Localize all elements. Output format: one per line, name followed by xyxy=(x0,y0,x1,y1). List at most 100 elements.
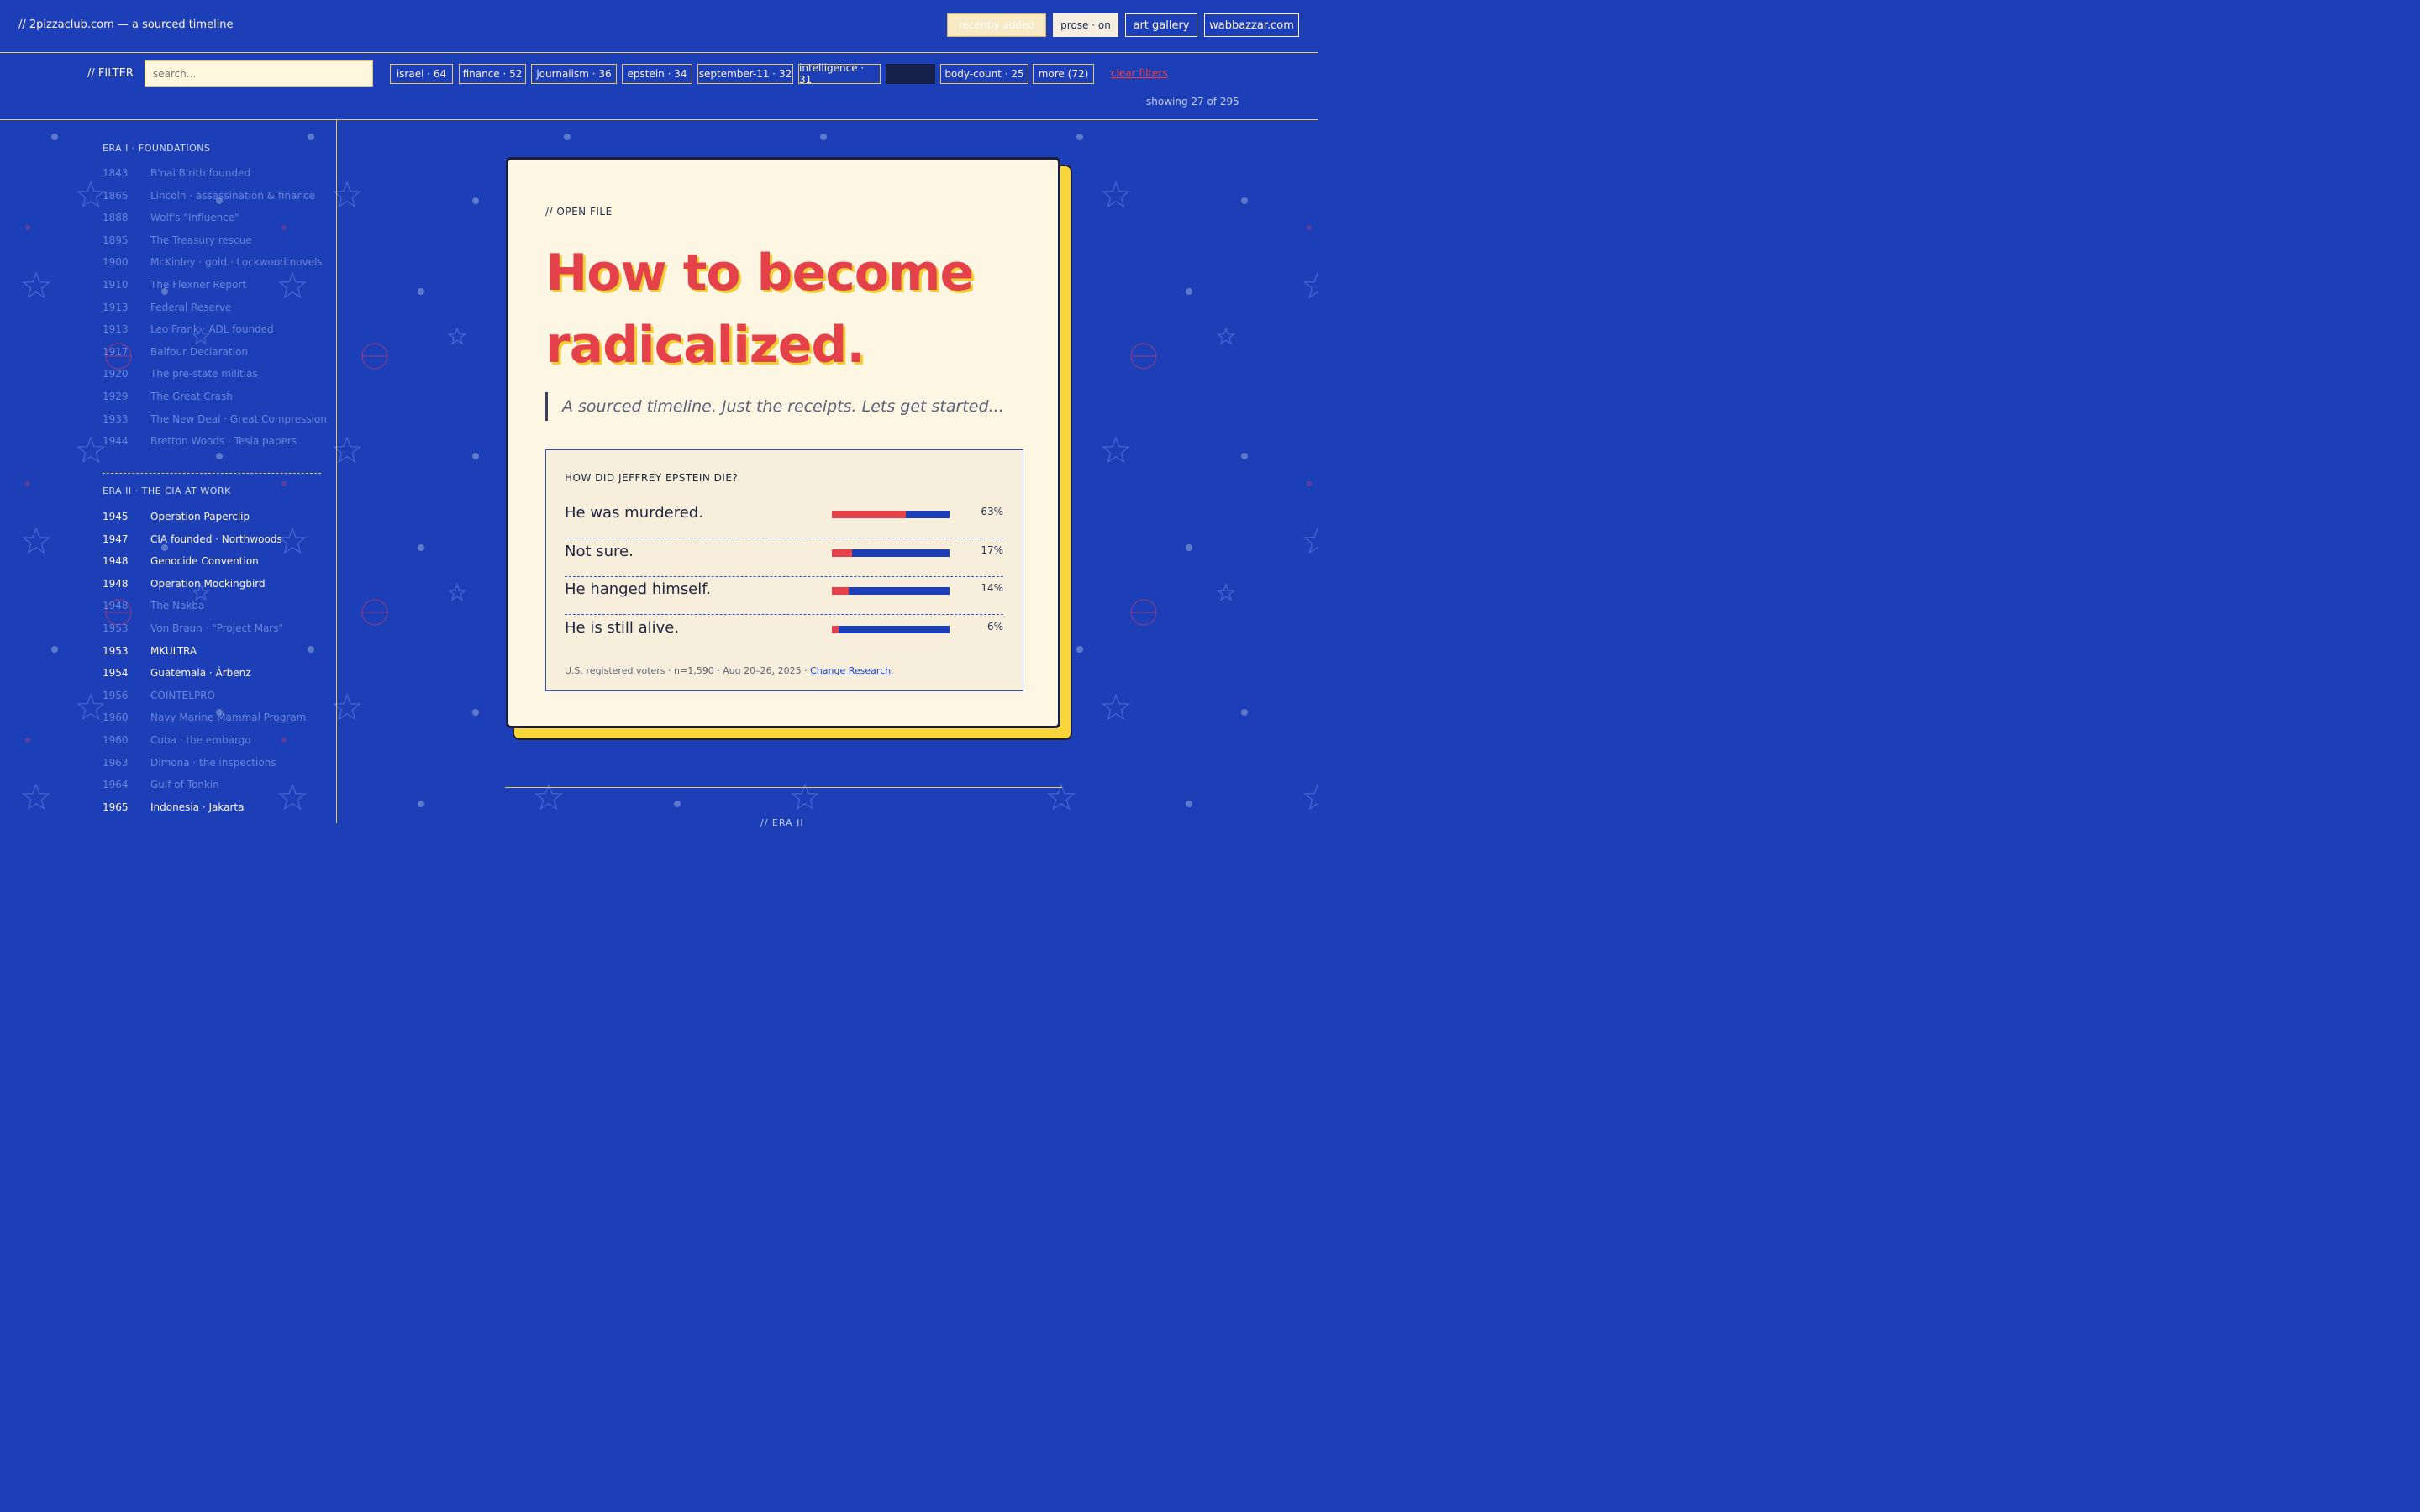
timeline-year: 1963 xyxy=(103,756,129,769)
timeline-item[interactable]: 1910 The Flexner Report xyxy=(103,279,246,294)
timeline-item[interactable]: 1948 Operation Mockingbird xyxy=(103,578,266,593)
timeline-year: 1888 xyxy=(103,212,129,224)
filter-chip-intelligence[interactable]: intelligence · 31 xyxy=(798,62,881,86)
timeline-item[interactable]: 1865 Lincoln · assassination & finance xyxy=(103,190,315,205)
filter-bar: // FILTER israel · 64 finance · 52 journ… xyxy=(0,53,1318,120)
timeline-item[interactable]: 1929 The Great Crash xyxy=(103,391,233,406)
subtitle-quote: A sourced timeline. Just the receipts. L… xyxy=(545,392,1004,421)
filter-chip-epstein[interactable]: epstein · 34 xyxy=(622,64,692,84)
timeline-item[interactable]: 1917 Balfour Declaration xyxy=(103,346,248,361)
poll-source-link[interactable]: Change Research xyxy=(810,665,891,676)
poll-bar xyxy=(832,587,950,595)
timeline-item[interactable]: 1948 Genocide Convention xyxy=(103,555,259,570)
timeline-item[interactable]: 1944 Bretton Woods · Tesla papers xyxy=(103,435,297,450)
timeline-item[interactable]: 1956 COINTELPRO xyxy=(103,690,215,705)
page-title: How to become radicalized. xyxy=(545,237,974,381)
timeline-item[interactable]: 1920 The pre-state militias xyxy=(103,368,258,383)
result-count: showing 27 of 295 xyxy=(1146,96,1239,108)
timeline-year: 1933 xyxy=(103,412,129,425)
filter-chip-selected[interactable] xyxy=(886,64,935,84)
filter-chip-finance[interactable]: finance · 52 xyxy=(459,64,526,84)
filter-chip-journalism[interactable]: journalism · 36 xyxy=(531,64,617,84)
timeline-year: 1948 xyxy=(103,577,129,590)
timeline-year: 1913 xyxy=(103,323,129,336)
poll-bar-fill xyxy=(832,625,839,633)
poll-answer: He is still alive. xyxy=(565,618,680,637)
timeline-item[interactable]: 1953 Von Braun · "Project Mars" xyxy=(103,622,283,638)
timeline-title: Leo Frank · ADL founded xyxy=(150,323,274,336)
timeline-title: Genocide Convention xyxy=(150,555,259,568)
timeline-title: Operation Mockingbird xyxy=(150,577,266,590)
timeline-year: 1913 xyxy=(103,301,129,313)
wabbazzar-link-button[interactable]: wabbazzar.com xyxy=(1204,13,1299,37)
poll-bar-fill xyxy=(832,511,907,518)
site-title[interactable]: // 2pizzaclub.com — a sourced timeline xyxy=(18,18,234,31)
timeline-title: Balfour Declaration xyxy=(150,345,249,358)
timeline-item[interactable]: 1913 Federal Reserve xyxy=(103,302,231,317)
timeline-title: Gulf of Tonkin xyxy=(150,779,219,791)
filter-chip-body-count[interactable]: body-count · 25 xyxy=(940,64,1028,84)
prose-toggle-button[interactable]: prose · on xyxy=(1053,13,1118,37)
poll-answer: He was murdered. xyxy=(565,504,703,522)
timeline-year: 1960 xyxy=(103,734,129,746)
timeline-title: Dimona · the inspections xyxy=(150,756,276,769)
timeline-item[interactable]: 1954 Guatemala · Árbenz xyxy=(103,667,251,682)
timeline-title: The Nakba xyxy=(150,600,205,612)
poll-percent: 6% xyxy=(986,620,1003,633)
timeline-title: Bretton Woods · Tesla papers xyxy=(150,435,297,448)
timeline-item[interactable]: 1953 MKULTRA xyxy=(103,645,197,660)
era-heading: ERA II · THE CIA AT WORK xyxy=(103,486,231,496)
era-divider xyxy=(103,473,321,474)
timeline-title: B'nai B'rith founded xyxy=(150,167,250,179)
timeline-year: 1900 xyxy=(103,256,129,269)
art-gallery-button[interactable]: art gallery xyxy=(1125,13,1197,37)
clear-filters-link[interactable]: clear filters xyxy=(1111,67,1168,79)
timeline-item[interactable]: 1913 Leo Frank · ADL founded xyxy=(103,323,274,339)
timeline-item[interactable]: 1960 Cuba · the embargo xyxy=(103,734,251,749)
headline-line: How to become xyxy=(545,244,974,302)
filter-chip-more[interactable]: more (72) xyxy=(1033,64,1094,84)
timeline-title: The Flexner Report xyxy=(150,279,247,291)
timeline-year: 1960 xyxy=(103,711,129,724)
timeline-year: 1953 xyxy=(103,644,129,657)
timeline-item[interactable]: 1960 Navy Marine Mammal Program xyxy=(103,711,306,727)
timeline-title: COINTELPRO xyxy=(150,689,215,701)
poll-row: Not sure. 17% xyxy=(565,538,1003,577)
recently-added-button[interactable]: recently added xyxy=(947,13,1046,37)
poll-percent: 14% xyxy=(981,582,1003,594)
timeline-title: The pre-state militias xyxy=(150,368,258,381)
timeline-item[interactable]: 1963 Dimona · the inspections xyxy=(103,757,276,772)
timeline-title: The Great Crash xyxy=(150,391,233,402)
timeline-year: 1910 xyxy=(103,279,129,291)
poll-bar-fill xyxy=(832,549,852,557)
timeline-title: CIA founded · Northwoods xyxy=(150,533,282,545)
timeline-item[interactable]: 1895 The Treasury rescue xyxy=(103,234,252,249)
timeline-item[interactable]: 1933 The New Deal · Great Compression xyxy=(103,413,327,428)
timeline-year: 1965 xyxy=(103,801,129,813)
filter-chip-september-11[interactable]: september-11 · 32 xyxy=(697,64,793,84)
timeline-item[interactable]: 1900 McKinley · gold · Lockwood novels xyxy=(103,256,323,271)
top-bar: // 2pizzaclub.com — a sourced timeline r… xyxy=(0,0,1318,53)
poll-row: He was murdered. 63% xyxy=(565,499,1003,538)
search-input[interactable] xyxy=(145,60,373,87)
next-era-label: // ERA II xyxy=(760,817,804,828)
timeline-title: The New Deal · Great Compression xyxy=(150,412,327,425)
timeline-year: 1920 xyxy=(103,368,129,381)
timeline-year: 1843 xyxy=(103,167,129,179)
timeline-item[interactable]: 1843 B'nai B'rith founded xyxy=(103,167,250,182)
timeline-item[interactable]: 1888 Wolf's "Influence" xyxy=(103,212,239,227)
timeline-title: The Treasury rescue xyxy=(150,234,252,246)
timeline-item[interactable]: 1948 The Nakba xyxy=(103,600,204,615)
open-file-card: // OPEN FILE How to become radicalized. … xyxy=(506,157,1060,728)
poll-row: He hanged himself. 14% xyxy=(565,575,1003,615)
timeline-item[interactable]: 1945 Operation Paperclip xyxy=(103,511,250,526)
timeline-item[interactable]: 1964 Gulf of Tonkin xyxy=(103,779,219,794)
timeline-year: 1917 xyxy=(103,345,129,358)
timeline-title: Indonesia · Jakarta xyxy=(150,801,245,813)
timeline-year: 1954 xyxy=(103,667,129,680)
timeline-item[interactable]: 1965 Indonesia · Jakarta xyxy=(103,801,244,816)
timeline-year: 1944 xyxy=(103,435,129,448)
timeline-item[interactable]: 1947 CIA founded · Northwoods xyxy=(103,533,282,549)
filter-chip-israel[interactable]: israel · 64 xyxy=(390,64,453,84)
poll-source-text: U.S. registered voters · n=1,590 · Aug 2… xyxy=(565,665,811,676)
